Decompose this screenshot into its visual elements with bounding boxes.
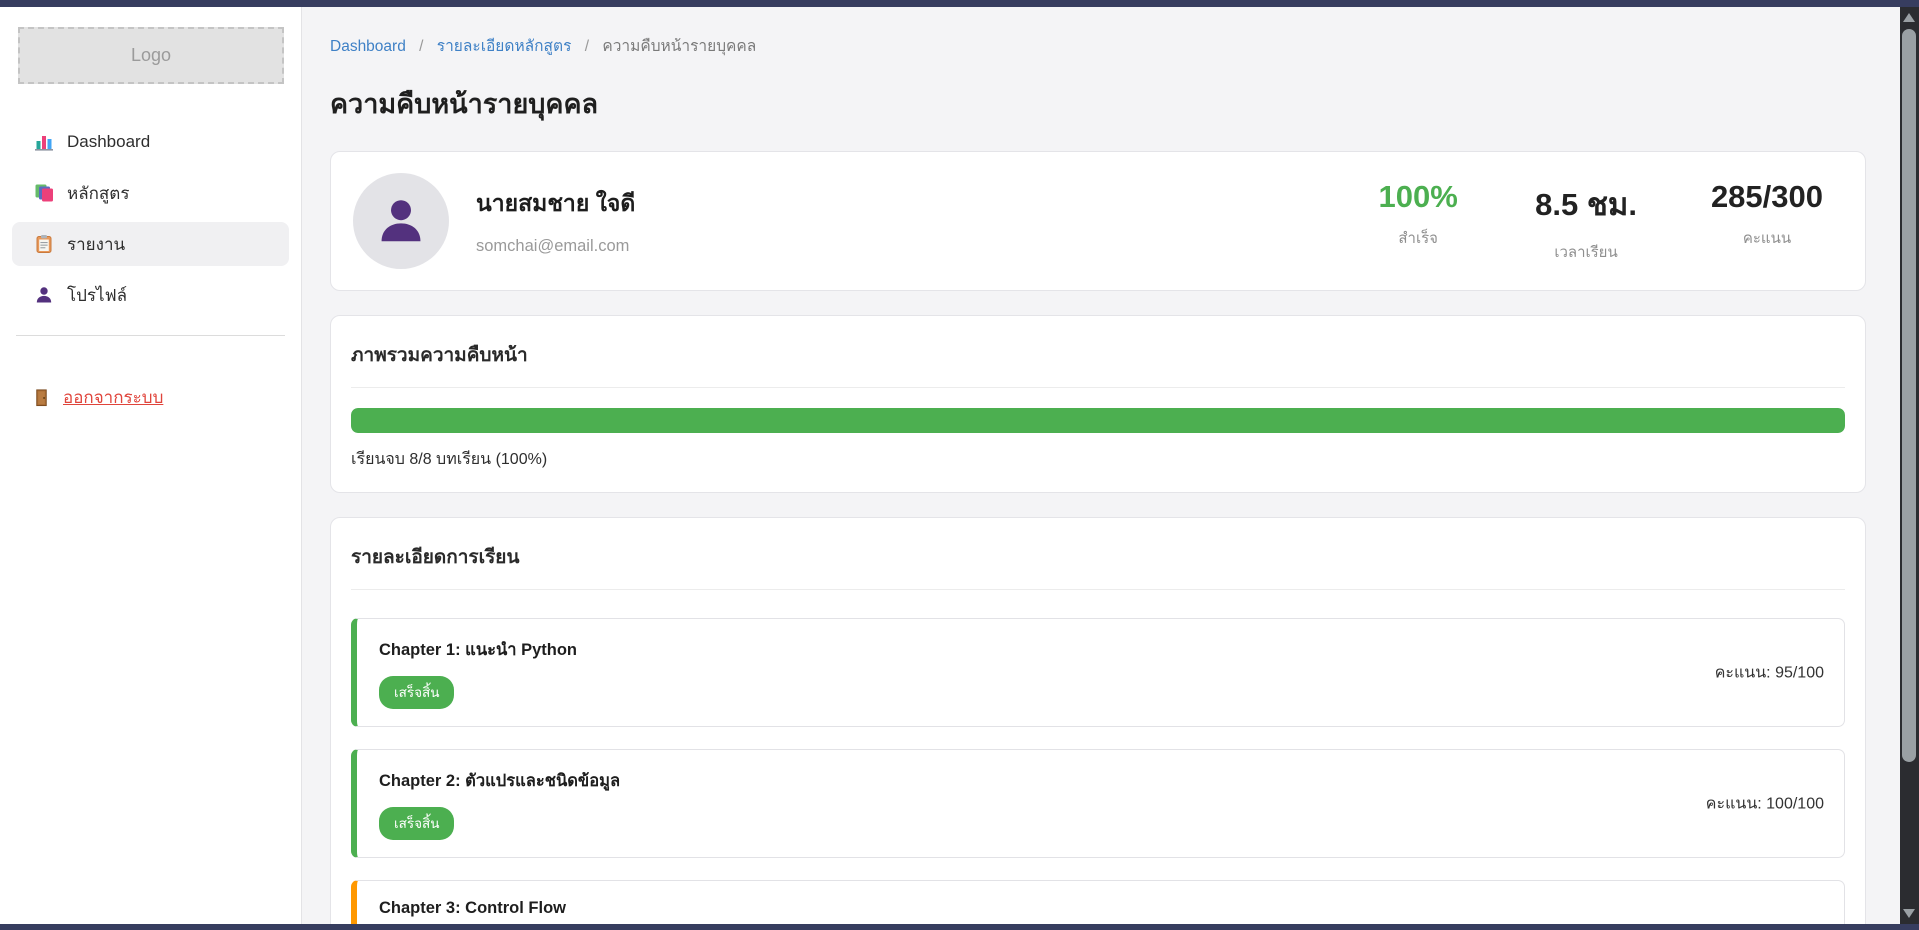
logout-label: ออกจากระบบ <box>63 384 163 411</box>
chapter-title: Chapter 3: Control Flow <box>379 899 1824 918</box>
stat-label: เวลาเรียน <box>1535 240 1637 264</box>
progress-caption: เรียนจบ 8/8 บทเรียน (100%) <box>351 447 1845 472</box>
sidebar: Logo Dashboard หลักสูตร <box>0 7 302 924</box>
student-stats: 100% สำเร็จ 8.5 ชม. เวลาเรียน 285/300 คะ… <box>1375 179 1823 264</box>
sidebar-item-dashboard[interactable]: Dashboard <box>12 120 289 164</box>
learning-details-card: รายละเอียดการเรียน Chapter 1: แนะนำ Pyth… <box>330 517 1866 924</box>
student-identity: นายสมชาย ใจดี somchai@email.com <box>353 173 635 269</box>
sidebar-item-courses[interactable]: หลักสูตร <box>12 171 289 215</box>
sidebar-item-profile[interactable]: โปรไฟล์ <box>12 273 289 317</box>
student-summary-card: นายสมชาย ใจดี somchai@email.com 100% สำเ… <box>330 151 1866 291</box>
chapter-list: Chapter 1: แนะนำ Python เสร็จสิ้น คะแนน:… <box>351 618 1845 924</box>
vertical-scrollbar[interactable] <box>1900 7 1919 924</box>
avatar <box>353 173 449 269</box>
breadcrumb-dashboard-link[interactable]: Dashboard <box>330 38 406 55</box>
sidebar-item-label: หลักสูตร <box>67 180 129 207</box>
page-title: ความคืบหน้ารายบุคคล <box>330 82 1866 125</box>
status-badge: เสร็จสิ้น <box>379 807 454 840</box>
clipboard-icon <box>34 234 54 254</box>
bar-chart-icon <box>34 132 54 152</box>
browser-bottom-edge <box>0 924 1919 930</box>
door-icon <box>32 388 52 408</box>
sidebar-item-label: Dashboard <box>67 132 150 152</box>
logo-placeholder: Logo <box>18 27 284 84</box>
breadcrumb-separator: / <box>419 38 423 55</box>
chapter-title: Chapter 2: ตัวแปรและชนิดข้อมูล <box>379 768 1824 794</box>
books-icon <box>34 183 54 203</box>
stat-label: คะแนน <box>1711 226 1823 250</box>
chapter-score: คะแนน: 95/100 <box>1715 660 1824 685</box>
status-badge: เสร็จสิ้น <box>379 676 454 709</box>
browser-top-edge <box>0 0 1919 7</box>
breadcrumb: Dashboard / รายละเอียดหลักสูตร / ความคืบ… <box>330 33 1866 58</box>
stat-value: 285/300 <box>1711 179 1823 215</box>
section-divider <box>351 589 1845 590</box>
student-name: นายสมชาย ใจดี <box>476 186 635 222</box>
scroll-down-arrow-icon[interactable] <box>1903 909 1915 918</box>
chapter-title: Chapter 1: แนะนำ Python <box>379 637 1824 663</box>
sidebar-nav: Dashboard หลักสูตร <box>0 120 301 317</box>
stat-value: 100% <box>1375 179 1461 215</box>
logout-link[interactable]: ออกจากระบบ <box>32 384 163 411</box>
chapter-card-3: Chapter 3: Control Flow กำลังเรียน คะแนน… <box>351 880 1845 924</box>
stat-score: 285/300 คะแนน <box>1711 179 1823 264</box>
person-icon <box>34 285 54 305</box>
stat-study-time: 8.5 ชม. เวลาเรียน <box>1535 179 1637 264</box>
overview-title: ภาพรวมความคืบหน้า <box>351 340 1845 370</box>
main-content: Dashboard / รายละเอียดหลักสูตร / ความคืบ… <box>302 7 1900 924</box>
scrollbar-thumb[interactable] <box>1902 29 1916 762</box>
sidebar-item-reports[interactable]: รายงาน <box>12 222 289 266</box>
progress-bar <box>351 408 1845 433</box>
breadcrumb-separator: / <box>585 38 589 55</box>
sidebar-divider <box>16 335 285 336</box>
chapter-score: คะแนน: 100/100 <box>1706 791 1824 816</box>
chapter-card-2: Chapter 2: ตัวแปรและชนิดข้อมูล เสร็จสิ้น… <box>351 749 1845 858</box>
student-email: somchai@email.com <box>476 237 635 256</box>
progress-overview-card: ภาพรวมความคืบหน้า เรียนจบ 8/8 บทเรียน (1… <box>330 315 1866 493</box>
logo-text: Logo <box>131 45 171 66</box>
breadcrumb-course-detail-link[interactable]: รายละเอียดหลักสูตร <box>437 38 572 55</box>
stat-completion: 100% สำเร็จ <box>1375 179 1461 264</box>
scroll-up-arrow-icon[interactable] <box>1903 13 1915 22</box>
stat-value: 8.5 ชม. <box>1535 179 1637 229</box>
sidebar-item-label: โปรไฟล์ <box>67 282 127 309</box>
sidebar-item-label: รายงาน <box>67 231 125 258</box>
details-title: รายละเอียดการเรียน <box>351 542 1845 572</box>
section-divider <box>351 387 1845 388</box>
chapter-card-1: Chapter 1: แนะนำ Python เสร็จสิ้น คะแนน:… <box>351 618 1845 727</box>
progress-bar-fill <box>351 408 1845 433</box>
breadcrumb-current: ความคืบหน้ารายบุคคล <box>602 38 756 55</box>
person-icon <box>374 194 428 248</box>
stat-label: สำเร็จ <box>1375 226 1461 250</box>
